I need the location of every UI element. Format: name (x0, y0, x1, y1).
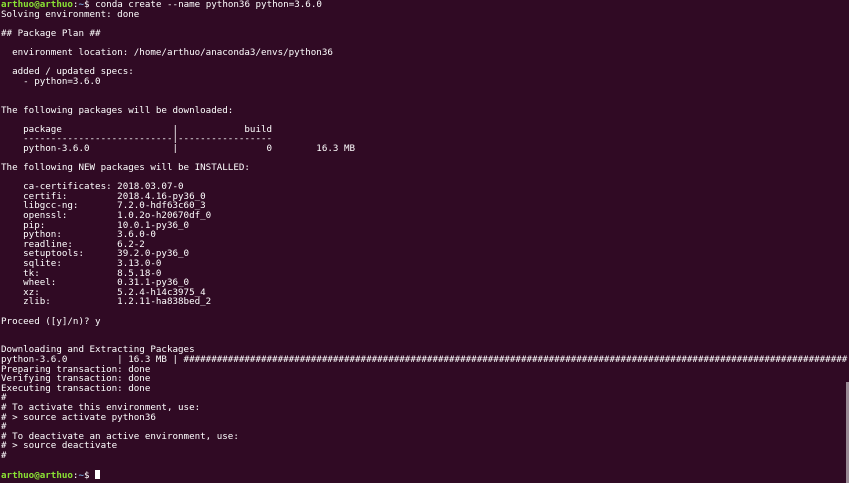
terminal-window[interactable]: arthuo@arthuo:~$ conda create --name pyt… (0, 0, 849, 483)
output-line: environment location: /home/arthuo/anaco… (1, 46, 333, 58)
active-prompt-line[interactable]: arthuo@arthuo:~$ (0, 470, 849, 480)
output-line: - python=3.6.0 (1, 75, 101, 87)
output-line: added / updated specs: (1, 66, 134, 78)
output-line: Solving environment: done (1, 8, 140, 20)
prompt-symbol: $ (84, 470, 96, 482)
output-line: Proceed ([y]/n)? y (1, 315, 101, 327)
text-cursor (95, 470, 101, 480)
output-line: zlib: 1.2.11-ha838bed_2 (1, 296, 212, 308)
output-line: ## Package Plan ## (1, 27, 101, 39)
output-line: # (1, 449, 7, 461)
prompt-user-host: arthuo@arthuo (1, 470, 73, 482)
output-line: # To deactivate an active environment, u… (1, 430, 239, 442)
output-line: python-3.6.0 | 0 16.3 MB (1, 142, 356, 154)
output-line: The following packages will be downloade… (1, 104, 234, 116)
output-line: # > source activate python36 (1, 411, 156, 423)
terminal-output: Solving environment: done ## Package Plan… (0, 8, 849, 471)
output-line: # > source deactivate (1, 440, 118, 452)
output-line: Executing transaction: done (1, 382, 151, 394)
output-line: The following NEW packages will be INSTA… (1, 162, 250, 174)
